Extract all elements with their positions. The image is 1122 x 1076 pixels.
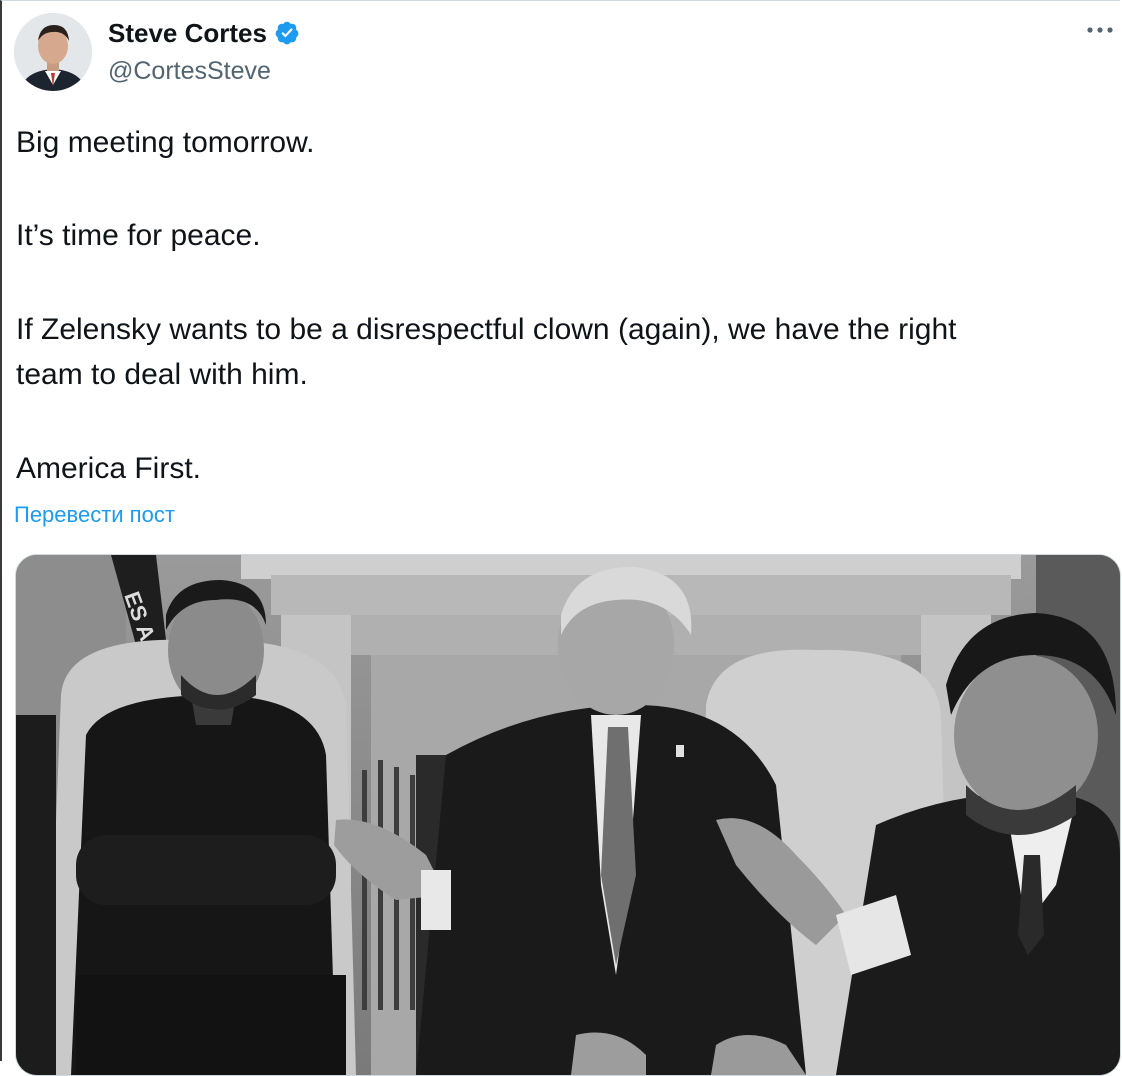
more-options-icon[interactable] (1082, 15, 1118, 45)
tweet-card: Steve Cortes @CortesSteve Big meeting to… (0, 0, 1121, 1076)
translate-post-link[interactable]: Перевести пост (14, 501, 175, 529)
tweet-text-line: America First. (16, 452, 202, 485)
verified-badge-icon (274, 20, 300, 46)
tweet-photo[interactable]: ES A (15, 554, 1121, 1076)
tweet-text-line: Big meeting tomorrow. (16, 126, 315, 159)
tweet-text-line: If Zelensky wants to be a disrespectful … (16, 313, 957, 346)
author-name-row[interactable]: Steve Cortes (108, 16, 300, 50)
tweet-text-line: It’s time for peace. (16, 219, 261, 252)
author-avatar[interactable] (14, 13, 92, 91)
author-handle[interactable]: @CortesSteve (108, 56, 271, 86)
author-name[interactable]: Steve Cortes (108, 16, 267, 50)
tweet-text-line: team to deal with him. (16, 358, 308, 391)
